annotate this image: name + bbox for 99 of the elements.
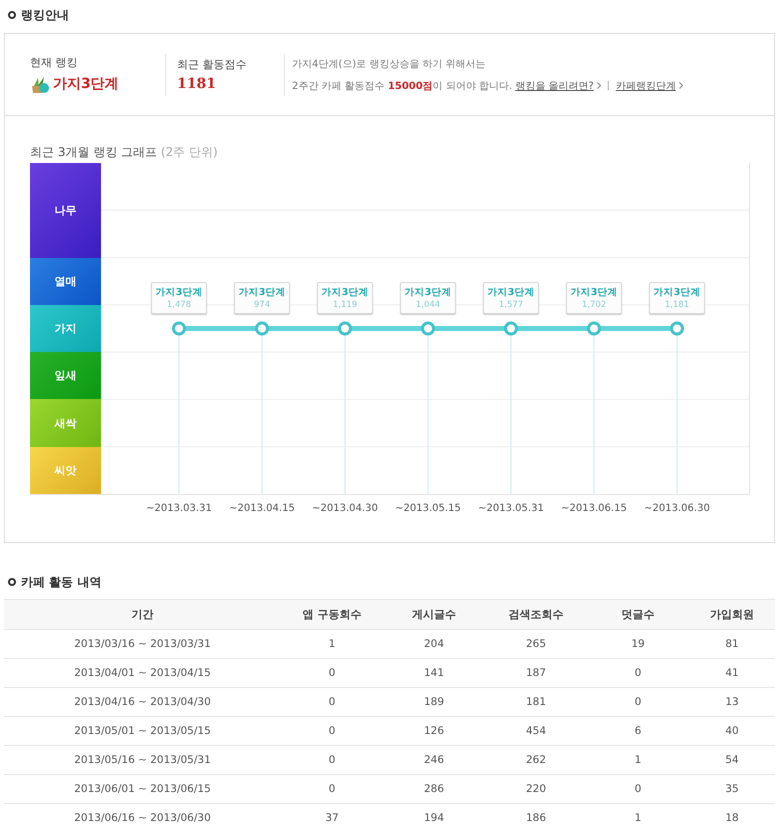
tooltip-score: 1,478 [166, 300, 192, 310]
table-cell: 1 [587, 746, 689, 774]
rank-band: 씨앗 [30, 446, 101, 494]
tooltip-score: 1,119 [332, 300, 358, 310]
table-cell: 2013/06/01 ~ 2013/06/15 [4, 774, 281, 804]
guide-text: 가지4단계(으)로 랭킹상승을 하기 위해서는 [292, 58, 487, 70]
x-axis-label: ~2013.06.15 [560, 503, 628, 514]
table-cell: 126 [383, 716, 485, 746]
x-axis-label: ~2013.05.31 [477, 503, 545, 514]
table-cell: 18 [689, 804, 775, 831]
tooltip-rank: 가지3단계 [156, 286, 202, 298]
data-point [338, 322, 352, 336]
table-cell: 181 [485, 688, 587, 716]
table-cell: 265 [485, 630, 587, 658]
table-cell: 141 [383, 658, 485, 688]
column-header: 검색조회수 [485, 600, 587, 630]
rank-band: 열매 [30, 258, 101, 305]
table-cell: 262 [485, 746, 587, 774]
table-cell: 2013/05/01 ~ 2013/05/15 [4, 716, 281, 746]
table-cell: 2013/04/01 ~ 2013/04/15 [4, 658, 281, 688]
table-cell: 0 [587, 688, 689, 716]
table-cell: 204 [383, 630, 485, 658]
table-cell: 0 [281, 746, 383, 774]
table-cell: 1 [587, 804, 689, 831]
table-cell: 194 [383, 804, 485, 831]
tooltip-rank: 가지3단계 [404, 286, 452, 298]
data-point [255, 322, 269, 336]
table-cell: 0 [281, 774, 383, 804]
table-cell: 0 [587, 658, 689, 688]
table-cell: 0 [281, 658, 383, 688]
table-cell: 0 [281, 688, 383, 716]
column-header: 기간 [4, 600, 281, 630]
data-point [172, 322, 186, 336]
section-heading: 카페 활동 내역 [21, 574, 102, 590]
rank-band: 나무 [30, 163, 101, 258]
table-cell: 220 [485, 774, 587, 804]
separator: | [606, 80, 610, 90]
table-cell: 1 [281, 630, 383, 658]
tooltip-rank: 가지3단계 [322, 286, 368, 298]
table-cell: 2013/03/16 ~ 2013/03/31 [4, 630, 281, 658]
x-axis-label: ~2013.04.15 [228, 503, 296, 514]
current-rank-value: 가지3단계 [53, 75, 119, 93]
x-axis-label: ~2013.06.30 [643, 503, 711, 514]
table-cell: 0 [281, 716, 383, 746]
rank-band: 가지 [30, 304, 101, 352]
table-cell: 189 [383, 688, 485, 716]
table-cell: 2013/05/16 ~ 2013/05/31 [4, 746, 281, 774]
table-cell: 0 [587, 774, 689, 804]
chevron-icon [596, 82, 601, 89]
chart-title: 최근 3개월 랭킹 그래프 [30, 145, 158, 159]
ranking-levels-link[interactable]: 카페랭킹단계 [616, 78, 676, 92]
table-cell: 37 [281, 804, 383, 831]
table-cell: 81 [689, 630, 775, 658]
table-cell: 41 [689, 658, 775, 688]
table-cell: 6 [587, 716, 689, 746]
rank-band: 새싹 [30, 399, 101, 447]
x-axis-label: ~2013.05.15 [394, 503, 462, 514]
section-heading: 랭킹안내 [21, 6, 69, 24]
tooltip-score: 1,044 [416, 300, 440, 310]
guide-text: 2주간 카페 활동점수 15000점이 되어야 합니다. [292, 80, 512, 92]
column-header: 덧글수 [587, 600, 689, 630]
recent-score-value: 1181 [177, 76, 217, 92]
data-point [587, 322, 601, 336]
tooltip-score: 1,181 [664, 300, 690, 310]
table-cell: 246 [383, 746, 485, 774]
bullet-icon [8, 578, 16, 586]
tooltip-score: 1,577 [498, 300, 524, 310]
table-cell: 454 [485, 716, 587, 746]
tooltip-rank: 가지3단계 [488, 286, 534, 298]
recent-score-label: 최근 활동점수 [177, 57, 248, 72]
data-point [421, 322, 435, 336]
tooltip-rank: 가지3단계 [654, 286, 700, 298]
tooltip-score: 974 [254, 300, 270, 310]
rank-band: 잎새 [30, 352, 101, 400]
data-point [504, 322, 518, 336]
table-cell: 286 [383, 774, 485, 804]
table-cell: 2013/04/16 ~ 2013/04/30 [4, 688, 281, 716]
x-axis-label: ~2013.03.31 [145, 503, 213, 514]
ranking-tips-link[interactable]: 랭킹을 올리려면? [515, 78, 594, 92]
tooltip-rank: 가지3단계 [238, 286, 286, 298]
table-cell: 19 [587, 630, 689, 658]
current-rank-label: 현재 랭킹 [30, 55, 78, 70]
data-point [670, 322, 684, 336]
bullet-icon [8, 11, 16, 19]
x-axis-label: ~2013.04.30 [311, 503, 379, 514]
table-cell: 186 [485, 804, 587, 831]
column-header: 게시글수 [383, 600, 485, 630]
table-cell: 35 [689, 774, 775, 804]
table-cell: 40 [689, 716, 775, 746]
tooltip-score: 1,702 [582, 300, 606, 310]
table-cell: 13 [689, 688, 775, 716]
table-cell: 187 [485, 658, 587, 688]
tooltip-rank: 가지3단계 [570, 286, 618, 298]
chevron-icon [678, 82, 683, 89]
table-cell: 2013/06/16 ~ 2013/06/30 [4, 804, 281, 831]
table-cell: 54 [689, 746, 775, 774]
column-header: 가입회원 [689, 600, 775, 630]
chart-subtitle: (2주 단위) [160, 145, 218, 159]
column-header: 앱 구동회수 [281, 600, 383, 630]
